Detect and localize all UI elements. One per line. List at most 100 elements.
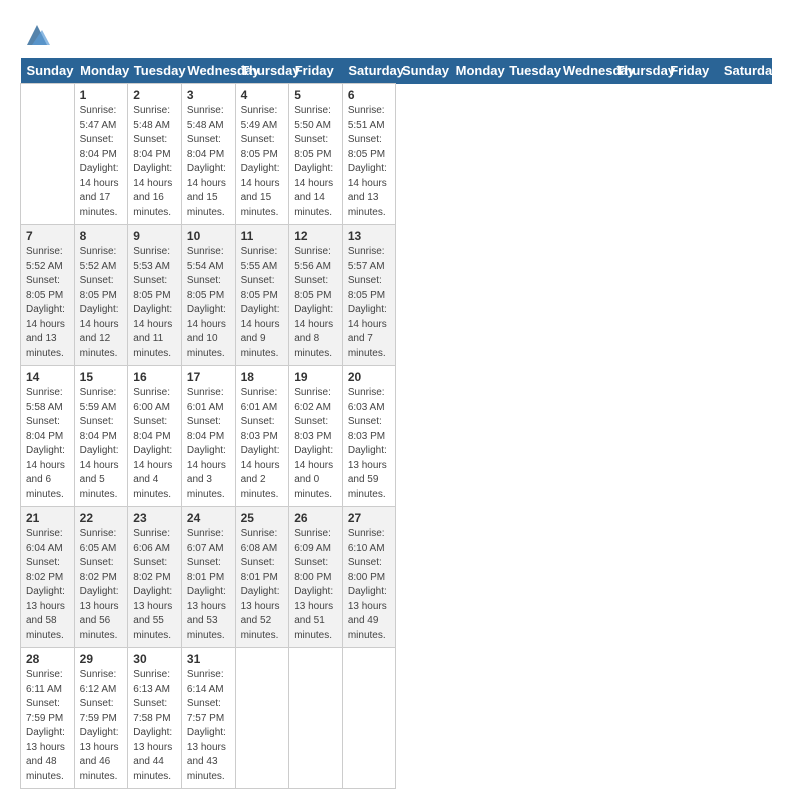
weekday-header-monday: Monday [450, 58, 504, 84]
calendar-cell: 24 Sunrise: 6:07 AMSunset: 8:01 PMDayligh… [181, 507, 235, 648]
day-number: 26 [294, 511, 337, 525]
cell-info: Sunrise: 5:49 AMSunset: 8:05 PMDaylight:… [241, 104, 284, 220]
calendar-cell [21, 84, 75, 225]
calendar-cell: 23 Sunrise: 6:06 AMSunset: 8:02 PMDayligh… [128, 507, 182, 648]
calendar-cell: 26Sunrise: 6:09 AMSunset: 8:00 PMDayligh… [289, 507, 343, 648]
calendar-cell: 7 Sunrise: 5:52 AMSunset: 8:05 PMDaylight… [21, 225, 75, 366]
calendar-cell: 9Sunrise: 5:53 AMSunset: 8:05 PMDaylight… [128, 225, 182, 366]
cell-info: Sunrise: 6:11 AMSunset: 7:59 PMDaylight:… [26, 668, 69, 784]
calendar-cell: 22 Sunrise: 6:05 AMSunset: 8:02 PMDayligh… [74, 507, 128, 648]
calendar-cell: 10 Sunrise: 5:54 AMSunset: 8:05 PMDayligh… [181, 225, 235, 366]
day-number: 9 [133, 229, 176, 243]
cell-info: Sunrise: 6:12 AMSunset: 7:59 PMDaylight:… [80, 668, 123, 784]
calendar-cell [289, 648, 343, 789]
day-number: 4 [241, 88, 284, 102]
weekday-header-thursday: Thursday [235, 58, 289, 84]
calendar-cell: 17 Sunrise: 6:01 AMSunset: 8:04 PMDayligh… [181, 366, 235, 507]
day-number: 21 [26, 511, 69, 525]
cell-info: Sunrise: 6:07 AMSunset: 8:01 PMDaylight:… [187, 527, 230, 643]
cell-info: Sunrise: 5:52 AMSunset: 8:05 PMDaylight:… [26, 245, 69, 361]
logo [20, 20, 52, 50]
day-number: 29 [80, 652, 123, 666]
cell-info: Sunrise: 6:14 AMSunset: 7:57 PMDaylight:… [187, 668, 230, 784]
day-number: 2 [133, 88, 176, 102]
day-number: 13 [348, 229, 391, 243]
cell-info: Sunrise: 5:48 AMSunset: 8:04 PMDaylight:… [133, 104, 176, 220]
cell-info: Sunrise: 5:47 AMSunset: 8:04 PMDaylight:… [80, 104, 123, 220]
calendar-cell: 19 Sunrise: 6:02 AMSunset: 8:03 PMDayligh… [289, 366, 343, 507]
day-number: 18 [241, 370, 284, 384]
day-number: 19 [294, 370, 337, 384]
cell-info: Sunrise: 6:03 AMSunset: 8:03 PMDaylight:… [348, 386, 391, 502]
day-number: 30 [133, 652, 176, 666]
calendar-week-1: 1 Sunrise: 5:47 AMSunset: 8:04 PMDaylight… [21, 84, 772, 225]
weekday-header-tuesday: Tuesday [503, 58, 557, 84]
calendar-cell: 3Sunrise: 5:48 AMSunset: 8:04 PMDaylight… [181, 84, 235, 225]
cell-info: Sunrise: 6:10 AMSunset: 8:00 PMDaylight:… [348, 527, 391, 643]
day-number: 14 [26, 370, 69, 384]
calendar-cell: 4 Sunrise: 5:49 AMSunset: 8:05 PMDaylight… [235, 84, 289, 225]
calendar-cell: 8 Sunrise: 5:52 AMSunset: 8:05 PMDaylight… [74, 225, 128, 366]
calendar-header-row: SundayMondayTuesdayWednesdayThursdayFrid… [21, 58, 772, 84]
calendar-cell: 5 Sunrise: 5:50 AMSunset: 8:05 PMDaylight… [289, 84, 343, 225]
calendar-week-4: 21Sunrise: 6:04 AMSunset: 8:02 PMDayligh… [21, 507, 772, 648]
cell-info: Sunrise: 6:02 AMSunset: 8:03 PMDaylight:… [294, 386, 337, 502]
cell-info: Sunrise: 5:54 AMSunset: 8:05 PMDaylight:… [187, 245, 230, 361]
calendar-week-3: 14 Sunrise: 5:58 AMSunset: 8:04 PMDayligh… [21, 366, 772, 507]
cell-info: Sunrise: 6:08 AMSunset: 8:01 PMDaylight:… [241, 527, 284, 643]
calendar-cell: 28 Sunrise: 6:11 AMSunset: 7:59 PMDayligh… [21, 648, 75, 789]
day-number: 23 [133, 511, 176, 525]
cell-info: Sunrise: 5:58 AMSunset: 8:04 PMDaylight:… [26, 386, 69, 502]
cell-info: Sunrise: 6:00 AMSunset: 8:04 PMDaylight:… [133, 386, 176, 502]
cell-info: Sunrise: 5:55 AMSunset: 8:05 PMDaylight:… [241, 245, 284, 361]
calendar-cell: 31 Sunrise: 6:14 AMSunset: 7:57 PMDayligh… [181, 648, 235, 789]
calendar-cell: 13Sunrise: 5:57 AMSunset: 8:05 PMDayligh… [342, 225, 396, 366]
weekday-header-wednesday: Wednesday [181, 58, 235, 84]
day-number: 17 [187, 370, 230, 384]
weekday-header-sunday: Sunday [396, 58, 450, 84]
weekday-header-thursday: Thursday [611, 58, 665, 84]
cell-info: Sunrise: 5:52 AMSunset: 8:05 PMDaylight:… [80, 245, 123, 361]
day-number: 7 [26, 229, 69, 243]
weekday-header-saturday: Saturday [718, 58, 772, 84]
cell-info: Sunrise: 6:05 AMSunset: 8:02 PMDaylight:… [80, 527, 123, 643]
calendar-cell: 11 Sunrise: 5:55 AMSunset: 8:05 PMDayligh… [235, 225, 289, 366]
calendar-cell: 27 Sunrise: 6:10 AMSunset: 8:00 PMDayligh… [342, 507, 396, 648]
calendar-table: SundayMondayTuesdayWednesdayThursdayFrid… [20, 58, 772, 789]
calendar-week-2: 7 Sunrise: 5:52 AMSunset: 8:05 PMDaylight… [21, 225, 772, 366]
day-number: 6 [348, 88, 391, 102]
day-number: 5 [294, 88, 337, 102]
day-number: 31 [187, 652, 230, 666]
day-number: 24 [187, 511, 230, 525]
logo-icon [22, 20, 52, 50]
day-number: 27 [348, 511, 391, 525]
page-header [20, 20, 772, 50]
day-number: 28 [26, 652, 69, 666]
cell-info: Sunrise: 5:56 AMSunset: 8:05 PMDaylight:… [294, 245, 337, 361]
day-number: 8 [80, 229, 123, 243]
day-number: 10 [187, 229, 230, 243]
weekday-header-friday: Friday [664, 58, 718, 84]
cell-info: Sunrise: 6:01 AMSunset: 8:04 PMDaylight:… [187, 386, 230, 502]
day-number: 12 [294, 229, 337, 243]
calendar-cell: 18 Sunrise: 6:01 AMSunset: 8:03 PMDayligh… [235, 366, 289, 507]
cell-info: Sunrise: 6:13 AMSunset: 7:58 PMDaylight:… [133, 668, 176, 784]
day-number: 22 [80, 511, 123, 525]
calendar-cell: 14 Sunrise: 5:58 AMSunset: 8:04 PMDayligh… [21, 366, 75, 507]
day-number: 3 [187, 88, 230, 102]
weekday-header-monday: Monday [74, 58, 128, 84]
day-number: 1 [80, 88, 123, 102]
day-number: 20 [348, 370, 391, 384]
cell-info: Sunrise: 6:01 AMSunset: 8:03 PMDaylight:… [241, 386, 284, 502]
calendar-cell: 29 Sunrise: 6:12 AMSunset: 7:59 PMDayligh… [74, 648, 128, 789]
cell-info: Sunrise: 6:06 AMSunset: 8:02 PMDaylight:… [133, 527, 176, 643]
calendar-cell: 25Sunrise: 6:08 AMSunset: 8:01 PMDayligh… [235, 507, 289, 648]
weekday-header-saturday: Saturday [342, 58, 396, 84]
cell-info: Sunrise: 5:50 AMSunset: 8:05 PMDaylight:… [294, 104, 337, 220]
calendar-cell: 20 Sunrise: 6:03 AMSunset: 8:03 PMDayligh… [342, 366, 396, 507]
day-number: 11 [241, 229, 284, 243]
calendar-cell: 1 Sunrise: 5:47 AMSunset: 8:04 PMDaylight… [74, 84, 128, 225]
weekday-header-tuesday: Tuesday [128, 58, 182, 84]
calendar-cell [342, 648, 396, 789]
calendar-cell: 2 Sunrise: 5:48 AMSunset: 8:04 PMDaylight… [128, 84, 182, 225]
